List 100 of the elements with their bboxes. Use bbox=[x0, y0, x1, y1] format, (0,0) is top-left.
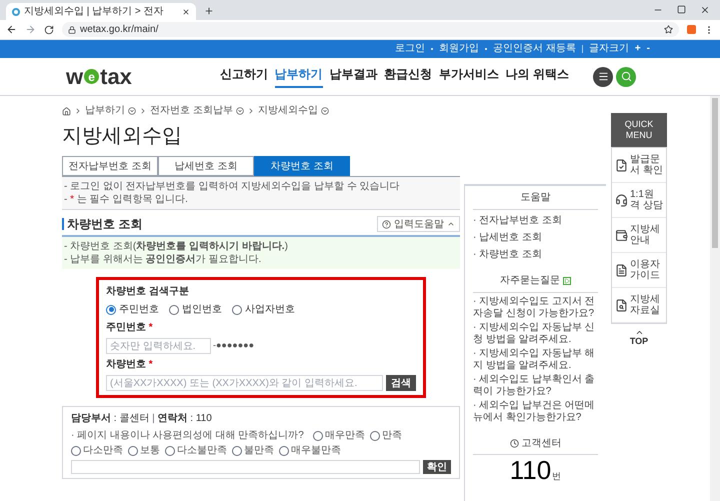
breadcrumb-item[interactable]: 지방세외수입 bbox=[258, 106, 318, 116]
menu-icon bbox=[598, 71, 608, 82]
customer-phone-number: 110 bbox=[510, 457, 552, 483]
quick-menu-title: QUICK bbox=[624, 119, 654, 130]
nav-item[interactable]: 납부하기 bbox=[274, 65, 323, 88]
field-label: 차량번호 * bbox=[106, 358, 154, 372]
quick-menu-item[interactable]: 지방세 안내 bbox=[612, 218, 666, 253]
address-field[interactable]: wetax.go.kr/main/ bbox=[62, 22, 679, 37]
faq-link[interactable]: · 지방세외수입 자동납부 신청 방법을 알려주세요. bbox=[473, 322, 598, 346]
notice-text: - * 는 필수 입력항목 입니다. bbox=[64, 193, 189, 206]
play-icon[interactable] bbox=[563, 276, 571, 284]
home-icon[interactable] bbox=[62, 106, 71, 116]
department-info: 담당부서 : 콜센터 | 연락처 : 110 bbox=[71, 412, 213, 426]
tab[interactable]: 차량번호 조회 bbox=[254, 156, 350, 176]
caret-icon bbox=[447, 220, 455, 228]
tab-title: 지방세외수입 | 납부하기 > 전자 bbox=[24, 5, 165, 19]
top-link[interactable]: 로그인 bbox=[395, 44, 426, 54]
radio-label: 매우만족 bbox=[324, 429, 365, 443]
dropdown-icon[interactable] bbox=[320, 107, 329, 115]
maximize-icon[interactable] bbox=[677, 5, 686, 14]
notice-text: - 로그인 없이 전자납부번호를 입력하여 지방세외수입을 납부할 수 있습니다 bbox=[64, 180, 401, 193]
radio-label: 다소만족 bbox=[83, 444, 123, 458]
clock-icon bbox=[510, 439, 518, 448]
faq-link[interactable]: · 세외수입 납부건은 어떤메뉴에서 확인가능한가요? bbox=[473, 400, 598, 424]
help-icon bbox=[382, 220, 391, 228]
id-number-field[interactable]: 숫자만 입력하세요. bbox=[106, 338, 211, 354]
radio-label: 다소불만족 bbox=[177, 444, 227, 458]
quick-menu-item[interactable]: 발급문서 확인 bbox=[612, 148, 666, 183]
radio-label: 보통 bbox=[140, 444, 160, 458]
radio-button[interactable] bbox=[165, 446, 175, 456]
globe-icon bbox=[12, 8, 20, 16]
quick-menu-title: MENU bbox=[624, 130, 654, 141]
field-label: 차량번호 검색구분 bbox=[106, 285, 190, 299]
radio-button[interactable] bbox=[312, 430, 323, 440]
nav-item[interactable]: 부가서비스 bbox=[438, 65, 499, 88]
radio-button[interactable] bbox=[128, 446, 138, 456]
lock-icon bbox=[68, 26, 76, 34]
confirm-button[interactable]: 확인 bbox=[423, 460, 451, 474]
close-icon[interactable] bbox=[182, 8, 190, 16]
dropdown-icon[interactable] bbox=[236, 107, 244, 115]
top-button[interactable]: TOP bbox=[611, 328, 667, 346]
info-text: - 차량번호 조회(차량번호를 입력하시기 바랍니다.) bbox=[64, 240, 289, 253]
search-icon bbox=[620, 71, 632, 82]
top-link[interactable]: 공인인증서 재등록 bbox=[493, 44, 576, 54]
bookmark-icon[interactable] bbox=[664, 25, 673, 34]
radio-label: 사업자번호 bbox=[245, 303, 295, 317]
help-link[interactable]: · 차량번호 조회 bbox=[473, 247, 598, 262]
faq-link[interactable]: · 세외수입도 납부확인서 출력이 가능한가요? bbox=[473, 374, 598, 398]
plate-number-field[interactable]: (서울XX가XXXX) 또는 (XX가XXXX)와 같이 입력하세요. bbox=[106, 375, 383, 391]
dropdown-icon[interactable] bbox=[128, 107, 136, 115]
customer-center-title: 고객센터 bbox=[522, 437, 562, 451]
faq-link[interactable]: · 지방세외수입 자동납부 해지 방법을 알려주세요. bbox=[473, 348, 598, 372]
help-title: 도움말 bbox=[473, 186, 598, 210]
phone-unit: 번 bbox=[552, 470, 562, 482]
section-title: 차량번호 조회 bbox=[62, 218, 142, 230]
close-icon[interactable] bbox=[700, 5, 710, 15]
radio-button[interactable] bbox=[232, 446, 242, 456]
tab[interactable]: 납세번호 조회 bbox=[158, 156, 254, 176]
top-link[interactable]: 회원가입 bbox=[439, 44, 480, 54]
quick-menu-item[interactable]: 1:1원격 상담 bbox=[612, 183, 666, 218]
breadcrumb-item[interactable]: 납부하기 bbox=[85, 106, 125, 116]
font-decrease-button[interactable]: - bbox=[646, 44, 650, 54]
radio-button[interactable] bbox=[71, 446, 81, 456]
help-link[interactable]: · 전자납부번호 조회 bbox=[473, 213, 598, 228]
document-icon bbox=[615, 158, 628, 172]
radio-button[interactable] bbox=[169, 304, 179, 314]
menu-button[interactable] bbox=[593, 66, 613, 86]
comment-field[interactable] bbox=[71, 460, 420, 474]
headset-icon bbox=[615, 194, 628, 206]
search-button[interactable]: 검색 bbox=[386, 375, 416, 391]
font-size-label: 글자크기 bbox=[588, 44, 629, 54]
url-text: wetax.go.kr/main/ bbox=[80, 24, 158, 34]
quick-menu-item[interactable]: 지방세 자료실 bbox=[612, 288, 666, 323]
new-tab-icon[interactable] bbox=[204, 6, 214, 16]
back-icon[interactable] bbox=[6, 24, 17, 35]
browser-tab[interactable]: 지방세외수입 | 납부하기 > 전자 bbox=[6, 3, 196, 20]
faq-link[interactable]: · 지방세외수입도 고지서 전자송달 신청이 가능한가요? bbox=[473, 296, 598, 320]
radio-label: 법인번호 bbox=[182, 303, 222, 317]
quick-menu-item[interactable]: 이용자 가이드 bbox=[612, 253, 666, 288]
radio-button[interactable] bbox=[279, 446, 289, 456]
help-link[interactable]: · 납세번호 조회 bbox=[473, 230, 598, 245]
radio-button[interactable] bbox=[232, 304, 242, 314]
breadcrumb-item[interactable]: 전자번호 조회납부 bbox=[150, 106, 233, 116]
font-increase-button[interactable]: + bbox=[634, 44, 641, 54]
nav-item[interactable]: 신고하기 bbox=[220, 65, 268, 88]
input-help-button[interactable]: 입력도움말 bbox=[377, 216, 460, 232]
site-logo[interactable]: w e tax bbox=[66, 66, 206, 88]
radio-button[interactable] bbox=[370, 430, 380, 440]
nav-item[interactable]: 나의 위택스 bbox=[506, 65, 569, 88]
faq-title: 자주묻는질문 bbox=[500, 274, 560, 288]
forward-icon[interactable] bbox=[25, 24, 36, 35]
radio-button[interactable] bbox=[106, 304, 116, 314]
scrollbar[interactable] bbox=[710, 96, 720, 501]
nav-item[interactable]: 납부결과 bbox=[329, 65, 378, 88]
field-label: 주민번호 * bbox=[106, 321, 154, 335]
radio-label: 불만족 bbox=[244, 444, 274, 458]
caret-icon bbox=[634, 328, 644, 337]
reload-icon[interactable] bbox=[44, 24, 54, 34]
tab[interactable]: 전자납부번호 조회 bbox=[62, 156, 158, 176]
nav-item[interactable]: 환급신청 bbox=[384, 65, 432, 88]
